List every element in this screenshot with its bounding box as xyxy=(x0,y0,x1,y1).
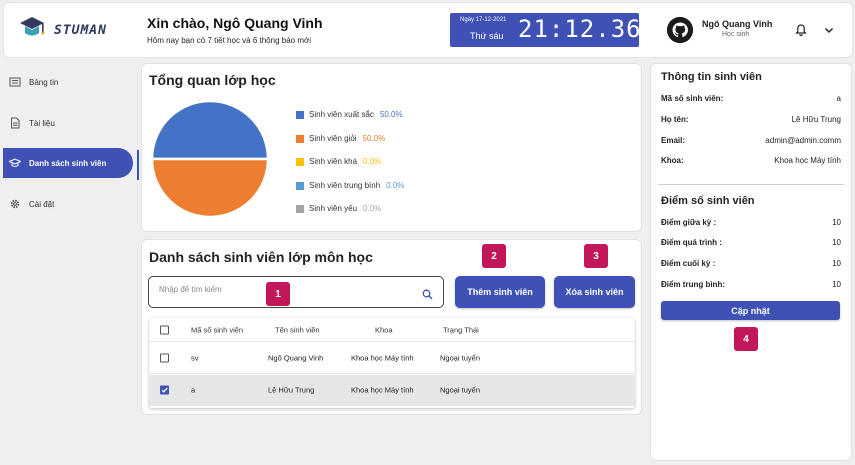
callout-marker-1: 1 xyxy=(266,282,290,306)
newspaper-icon xyxy=(9,76,21,88)
graduation-cap-icon xyxy=(9,157,21,169)
user-role: Học sinh xyxy=(722,31,750,38)
chevron-down-icon[interactable] xyxy=(822,23,836,37)
score-label-average: Điểm trung bình: xyxy=(661,280,725,289)
cell-student-id: a xyxy=(191,385,196,395)
scores-title: Điểm số sinh viên xyxy=(661,195,755,207)
cell-status: Ngoại tuyến xyxy=(440,385,481,395)
info-value-email: admin@admin.comm xyxy=(765,136,841,145)
score-value-process: 10 xyxy=(832,238,841,247)
table-row[interactable]: a Lê Hữu Trung Khoa học Máy tính Ngoại t… xyxy=(149,375,635,406)
overview-title: Tổng quan lớp học xyxy=(149,72,276,88)
cell-status: Ngoại tuyến xyxy=(440,353,481,363)
clock-weekday: Thứ sáu xyxy=(470,31,504,41)
delete-student-button[interactable]: Xóa sinh viên xyxy=(554,276,635,308)
cell-student-name: Ngô Quang Vinh xyxy=(268,353,324,363)
column-header: Mã số sinh viên xyxy=(191,325,244,334)
score-value-midterm: 10 xyxy=(832,218,841,227)
bell-icon[interactable] xyxy=(794,23,808,37)
legend-swatch xyxy=(296,157,304,166)
legend-percent: 0.0% xyxy=(363,204,382,213)
user-name: Ngô Quang Vinh xyxy=(702,19,773,29)
legend-percent: 0.0% xyxy=(386,181,405,190)
score-label-midterm: Điểm giữa kỳ : xyxy=(661,218,717,227)
top-header: STUMAN Xin chào, Ngô Quang Vinh Hôm nay … xyxy=(3,2,853,58)
student-table: Mã số sinh viên Tên sinh viên Khoa Trạng… xyxy=(149,318,635,408)
column-header: Khoa xyxy=(375,325,393,334)
row-checkbox[interactable] xyxy=(160,385,169,395)
legend-percent: 50.0% xyxy=(362,134,386,143)
info-label-email: Email: xyxy=(661,136,686,145)
score-value-final: 10 xyxy=(832,259,841,268)
student-list-title: Danh sách sinh viên lớp môn học xyxy=(149,249,373,265)
sidebar-item-documents[interactable]: Tài liệu xyxy=(3,109,133,137)
info-value-name: Lê Hữu Trung xyxy=(791,115,841,124)
student-info-title: Thông tin sinh viên xyxy=(661,71,762,83)
legend-item: Sinh viên khá 0.0% xyxy=(296,157,381,166)
info-label-faculty: Khoa: xyxy=(661,156,684,165)
info-value-faculty: Khoa học Máy tính xyxy=(774,156,841,165)
sidebar-item-news[interactable]: Bảng tin xyxy=(3,68,133,96)
clock-time: 21:12.36 xyxy=(518,15,642,43)
callout-marker-4: 4 xyxy=(734,327,758,351)
clock-date: Ngày 17-12-2021 xyxy=(460,17,507,23)
cell-faculty: Khoa học Máy tính xyxy=(351,353,414,363)
legend-item: Sinh viên xuất sắc 50.0% xyxy=(296,110,403,119)
sidebar-item-label: Danh sách sinh viên xyxy=(29,158,107,168)
gear-icon xyxy=(9,198,21,210)
legend-swatch xyxy=(296,110,304,119)
legend-label: Sinh viên trung bình xyxy=(309,181,381,190)
search-field[interactable] xyxy=(148,276,444,308)
brand-name: STUMAN xyxy=(54,23,107,38)
avatar[interactable] xyxy=(667,17,693,43)
legend-percent: 50.0% xyxy=(379,110,403,119)
select-all-checkbox[interactable] xyxy=(160,325,169,334)
legend-swatch xyxy=(296,204,304,213)
legend-item: Sinh viên giỏi 50.0% xyxy=(296,134,385,143)
callout-marker-3: 3 xyxy=(584,244,608,268)
clock-widget: Ngày 17-12-2021 Thứ sáu 21:12.36 xyxy=(450,13,642,47)
legend-item: Sinh viên yếu 0.0% xyxy=(296,204,381,213)
column-header: Trạng Thái xyxy=(443,325,479,334)
greeting-subtitle: Hôm nay bạn có 7 tiết học và 6 thông báo… xyxy=(147,36,312,45)
greeting-text: Xin chào, Ngô Quang Vinh xyxy=(147,15,323,31)
legend-percent: 0.0% xyxy=(363,157,382,166)
pie-slice xyxy=(150,157,270,219)
callout-marker-2: 2 xyxy=(482,244,506,268)
info-value-student-id: a xyxy=(836,94,841,103)
update-button[interactable]: Cập nhật xyxy=(661,301,840,320)
section-divider xyxy=(658,184,844,185)
score-label-process: Điểm quá trình : xyxy=(661,238,722,247)
legend-label: Sinh viên khá xyxy=(309,157,358,166)
pie-chart xyxy=(150,99,270,219)
column-header: Tên sinh viên xyxy=(275,325,320,334)
legend-swatch xyxy=(296,134,304,143)
sidebar-item-label: Cài đặt xyxy=(29,199,55,209)
table-header-row: Mã số sinh viên Tên sinh viên Khoa Trạng… xyxy=(149,318,635,342)
active-indicator xyxy=(137,150,139,180)
pie-slice xyxy=(150,99,270,161)
info-label-student-id: Mã số sinh viên: xyxy=(661,94,724,103)
legend-item: Sinh viên trung bình 0.0% xyxy=(296,181,404,190)
cell-student-name: Lê Hữu Trung xyxy=(268,385,315,395)
legend-swatch xyxy=(296,181,304,190)
info-label-name: Họ tên: xyxy=(661,115,689,124)
sidebar-item-student-list[interactable]: Danh sách sinh viên xyxy=(3,148,133,178)
score-label-final: Điểm cuối kỳ : xyxy=(661,259,716,268)
score-value-average: 10 xyxy=(832,280,841,289)
search-icon[interactable] xyxy=(422,287,433,300)
document-icon xyxy=(9,117,21,129)
legend-label: Sinh viên yếu xyxy=(309,204,358,213)
legend-label: Sinh viên xuất sắc xyxy=(309,110,374,119)
add-student-button[interactable]: Thêm sinh viên xyxy=(455,276,545,308)
legend-label: Sinh viên giỏi xyxy=(309,134,357,143)
logo-icon xyxy=(18,14,46,44)
sidebar-item-label: Bảng tin xyxy=(29,77,59,87)
sidebar-item-label: Tài liệu xyxy=(29,118,55,128)
cell-faculty: Khoa học Máy tính xyxy=(351,385,414,395)
table-row[interactable]: sv Ngô Quang Vinh Khoa học Máy tính Ngoạ… xyxy=(149,343,635,374)
cell-student-id: sv xyxy=(191,353,199,363)
sidebar-item-settings[interactable]: Cài đặt xyxy=(3,190,133,218)
row-checkbox[interactable] xyxy=(160,353,169,363)
